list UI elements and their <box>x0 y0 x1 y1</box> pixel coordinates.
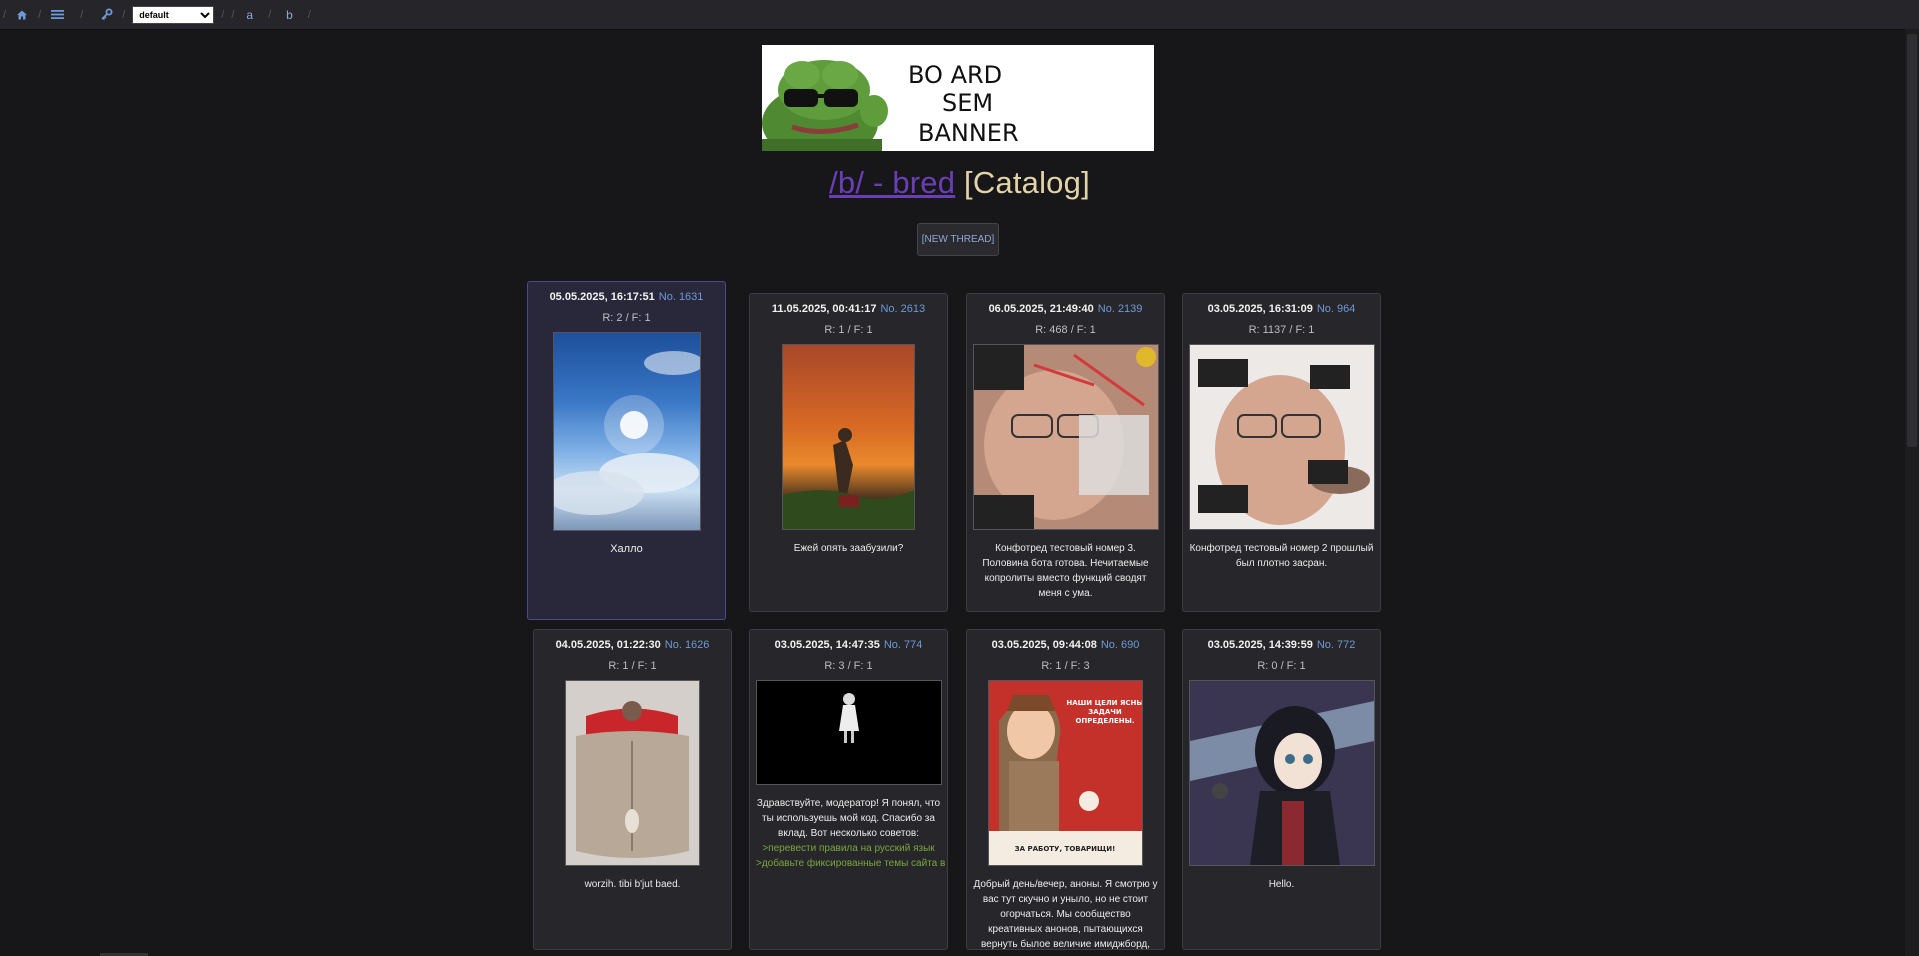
thread-date: 03.05.2025, 14:39:59 <box>1207 639 1313 651</box>
thread-stats: R: 468 / F: 1 <box>1035 324 1096 336</box>
scrollbar-thumb[interactable] <box>1907 34 1917 447</box>
new-thread-button[interactable]: [NEW THREAD] <box>917 223 999 256</box>
style-select[interactable]: default <box>132 5 215 24</box>
thread-stats: R: 1137 / F: 1 <box>1248 324 1315 336</box>
separator: / <box>3 8 7 21</box>
separator: / <box>122 8 126 21</box>
board-link-b[interactable]: b <box>278 8 301 22</box>
thread-thumbnail[interactable] <box>565 680 700 866</box>
new-thread-label: [NEW THREAD] <box>921 234 995 245</box>
separator: / <box>268 8 272 21</box>
banner-text-line: SEM <box>942 89 993 117</box>
thread-text: Ежей опять заабузили? <box>793 543 904 554</box>
thread-text: Халло <box>610 543 643 555</box>
thread-stats: R: 1 / F: 3 <box>1041 660 1090 672</box>
thread-stats: R: 1 / F: 1 <box>824 324 873 336</box>
thread-number-link[interactable]: No. 2139 <box>1098 303 1143 315</box>
thread-thumbnail[interactable] <box>1188 680 1375 866</box>
thread-header: 03.05.2025, 14:47:35 No. 774 <box>750 639 947 651</box>
poster-footer: ЗА РАБОТУ, ТОВАРИЩИ! <box>1015 845 1116 853</box>
thread-text: Добрый день/вечер, аноны. Я смотрю у вас… <box>973 879 1158 950</box>
greentext-quote: >добавьте фиксированные темы сайта в <box>756 858 946 869</box>
thread-stats: R: 2 / F: 1 <box>602 312 651 324</box>
thread-text: worzih. tibi b'jut baed. <box>584 879 681 890</box>
thread-header: 06.05.2025, 21:49:40 No. 2139 <box>967 303 1164 315</box>
banner-text-line: BANNER <box>918 119 1019 147</box>
thread-header: 03.05.2025, 09:44:08 No. 690 <box>967 639 1164 651</box>
thread-text: Конфотред тестовый номер 2 прошлый был п… <box>1189 543 1374 569</box>
separator: / <box>307 8 311 21</box>
thread-text-body: Здравствуйте, модератор! Я понял, что ты… <box>756 798 941 839</box>
thread-date: 05.05.2025, 16:17:51 <box>549 291 655 303</box>
top-navigation-bar: / / / / default / / a / b / <box>0 0 1919 30</box>
board-link-a[interactable]: a <box>238 8 261 22</box>
thread-card[interactable]: 11.05.2025, 00:41:17 No. 2613 R: 1 / F: 1… <box>749 293 948 612</box>
thread-card[interactable]: 03.05.2025, 14:39:59 No. 772 R: 0 / F: 1 … <box>1182 629 1381 950</box>
thread-number-link[interactable]: No. 2613 <box>880 303 925 315</box>
thread-number-link[interactable]: No. 774 <box>884 639 923 651</box>
thread-number-link[interactable]: No. 772 <box>1317 639 1356 651</box>
thread-stats: R: 0 / F: 1 <box>1257 660 1306 672</box>
thread-thumbnail[interactable] <box>755 680 942 785</box>
thread-thumbnail[interactable] <box>543 332 704 531</box>
separator: / <box>221 8 225 21</box>
thread-header: 03.05.2025, 14:39:59 No. 772 <box>1183 639 1380 651</box>
board-banner: BO ARD SEM BANNER <box>762 45 1154 151</box>
thread-date: 03.05.2025, 09:44:08 <box>991 639 1097 651</box>
greentext-quote: >перевести правила на русский язык <box>762 843 935 854</box>
thread-text: Hello. <box>1268 879 1295 890</box>
thread-card[interactable]: 04.05.2025, 01:22:30 No. 1626 R: 1 / F: 1… <box>533 629 732 950</box>
banner-text-line: BO ARD <box>908 61 1002 89</box>
separator: / <box>38 8 42 21</box>
thread-text: Конфотред тестовый номер 3. Половина бот… <box>982 543 1149 599</box>
hamburger-menu-icon[interactable] <box>48 6 66 24</box>
thread-number-link[interactable]: No. 1626 <box>665 639 710 651</box>
thread-thumbnail[interactable] <box>1188 344 1375 530</box>
key-icon[interactable] <box>97 6 115 24</box>
home-icon[interactable] <box>13 6 31 24</box>
thread-card[interactable]: 03.05.2025, 09:44:08 No. 690 R: 1 / F: 3 … <box>966 629 1165 950</box>
thread-number-link[interactable]: No. 1631 <box>659 291 704 303</box>
thread-date: 06.05.2025, 21:49:40 <box>988 303 1094 315</box>
thread-header: 04.05.2025, 01:22:30 No. 1626 <box>534 639 731 651</box>
page-title: /b/ - bred [Catalog] <box>0 165 1919 201</box>
thread-date: 03.05.2025, 14:47:35 <box>774 639 880 651</box>
thread-thumbnail[interactable] <box>782 344 915 530</box>
thread-card[interactable]: 06.05.2025, 21:49:40 No. 2139 R: 468 / F:… <box>966 293 1165 612</box>
thread-stats: R: 3 / F: 1 <box>824 660 873 672</box>
thread-date: 04.05.2025, 01:22:30 <box>555 639 661 651</box>
thread-number-link[interactable]: No. 964 <box>1317 303 1356 315</box>
board-title-link[interactable]: /b/ - bred <box>829 165 955 200</box>
thread-stats: R: 1 / F: 1 <box>608 660 657 672</box>
thread-date: 11.05.2025, 00:41:17 <box>771 303 877 315</box>
thread-card[interactable]: 03.05.2025, 14:47:35 No. 774 R: 3 / F: 1 … <box>749 629 948 950</box>
catalog-label: [Catalog] <box>964 165 1090 200</box>
thread-header: 11.05.2025, 00:41:17 No. 2613 <box>750 303 947 315</box>
thread-card[interactable]: 05.05.2025, 16:17:51 No. 1631 R: 2 / F: 1… <box>527 281 726 620</box>
thread-thumbnail[interactable] <box>972 344 1159 530</box>
thread-date: 03.05.2025, 16:31:09 <box>1207 303 1313 315</box>
thread-thumbnail[interactable]: НАШИ ЦЕЛИ ЯСНЫ ЗАДАЧИ ОПРЕДЕЛЕНЫ. ЗА РАБОТ… <box>988 680 1144 866</box>
thread-number-link[interactable]: No. 690 <box>1101 639 1140 651</box>
thread-header: 03.05.2025, 16:31:09 No. 964 <box>1183 303 1380 315</box>
separator: / <box>80 8 84 21</box>
thread-text: Здравствуйте, модератор! Я понял, что ты… <box>750 796 947 871</box>
thread-card[interactable]: 03.05.2025, 16:31:09 No. 964 R: 1137 / F:… <box>1182 293 1381 612</box>
separator: / <box>231 8 235 21</box>
thread-header: 05.05.2025, 16:17:51 No. 1631 <box>528 291 725 303</box>
